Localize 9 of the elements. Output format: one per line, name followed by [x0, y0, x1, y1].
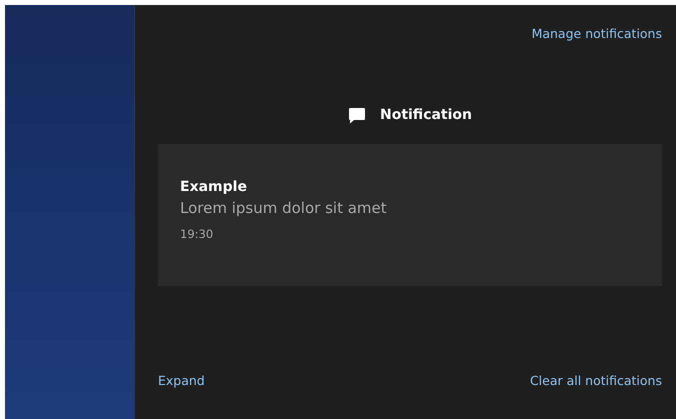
- notification-card[interactable]: Example Lorem ipsum dolor sit amet 19:30: [158, 144, 662, 286]
- notification-time: 19:30: [180, 227, 214, 241]
- notification-title: Example: [180, 178, 248, 197]
- notification-body: Lorem ipsum dolor sit amet: [180, 198, 388, 219]
- group-title: Notification: [380, 107, 472, 123]
- expand-link[interactable]: Expand: [158, 373, 205, 388]
- manage-notifications-link[interactable]: Manage notifications: [532, 26, 662, 45]
- clear-all-link[interactable]: Clear all notifications: [530, 373, 662, 388]
- chat-bubble-icon: [348, 106, 366, 124]
